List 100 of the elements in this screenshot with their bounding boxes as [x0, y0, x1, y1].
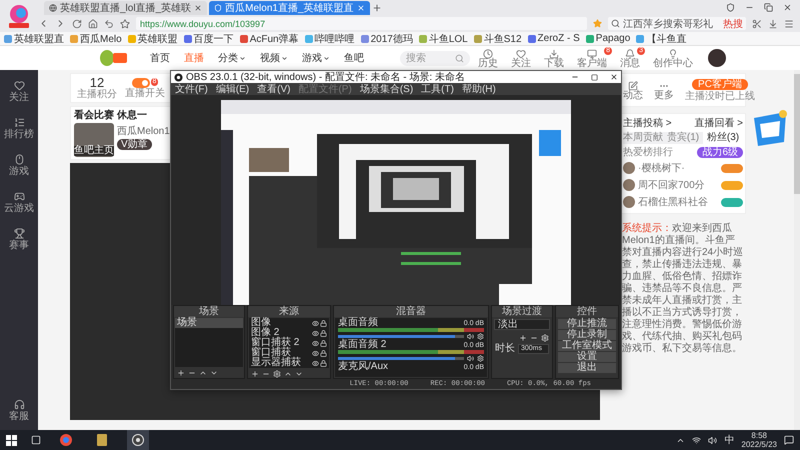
- nav-link[interactable]: 视频: [260, 51, 288, 65]
- menu-item[interactable]: 场景集合(S): [360, 84, 414, 95]
- volume-slider[interactable]: [338, 334, 464, 338]
- nav-link[interactable]: 首页: [150, 51, 170, 65]
- ime-indicator[interactable]: 中: [724, 433, 734, 447]
- scissors-icon[interactable]: [752, 18, 762, 28]
- close-icon[interactable]: [194, 4, 202, 12]
- add-icon[interactable]: [251, 370, 259, 378]
- eye-icon[interactable]: [312, 330, 319, 337]
- menu-item[interactable]: 编辑(E): [216, 84, 250, 95]
- search-hint: 江西萍乡搜索哥彩礼: [623, 18, 713, 30]
- sidebar-item[interactable]: 排行榜: [4, 117, 34, 140]
- bookmark-item[interactable]: 斗鱼S12: [474, 32, 522, 46]
- sidebar-item[interactable]: 游戏: [9, 154, 29, 177]
- volume-slider[interactable]: [338, 356, 464, 360]
- medal-tag[interactable]: V勋章: [117, 139, 152, 150]
- bookmark-item[interactable]: 2017德玛: [360, 32, 413, 46]
- address-field[interactable]: https://www.douyu.com/103997: [136, 17, 587, 30]
- header-action[interactable]: 创作中心: [653, 47, 698, 69]
- lock-icon[interactable]: [320, 350, 327, 357]
- bookmark-item[interactable]: AcFun弹幕: [240, 32, 299, 46]
- reload-icon[interactable]: [72, 18, 82, 28]
- sidebar-item[interactable]: 赛事: [9, 228, 29, 251]
- clock[interactable]: 8:58 2022/5/23: [741, 431, 777, 449]
- panel-action[interactable]: 动态: [623, 79, 648, 101]
- bookmark-item[interactable]: 斗鱼LOL: [418, 32, 468, 46]
- control-button[interactable]: 设置: [558, 352, 616, 362]
- bookmark-item[interactable]: 西瓜Melo: [70, 32, 122, 46]
- shield-icon[interactable]: [726, 3, 735, 12]
- sidebar-item[interactable]: 关注: [9, 80, 29, 103]
- eye-icon[interactable]: [312, 320, 319, 327]
- header-action[interactable]: 下载: [544, 47, 569, 69]
- volume-icon[interactable]: [467, 354, 474, 362]
- control-button[interactable]: 工作室模式: [558, 341, 616, 352]
- maximize-icon[interactable]: [591, 74, 598, 80]
- close-icon[interactable]: [783, 3, 792, 12]
- source-item[interactable]: 图像: [249, 318, 329, 328]
- eye-icon[interactable]: [312, 360, 319, 367]
- scene-item[interactable]: 场景: [175, 318, 243, 328]
- control-button[interactable]: 停止推流: [558, 319, 616, 330]
- transition-select[interactable]: 淡出: [494, 319, 550, 330]
- undo-icon[interactable]: [104, 18, 114, 28]
- photo-tag[interactable]: 鱼吧: [74, 146, 94, 156]
- rank-button[interactable]: 战力6级: [697, 147, 743, 158]
- nav-link[interactable]: 游戏: [302, 51, 330, 65]
- nav-link[interactable]: 分类: [218, 51, 246, 65]
- bookmark-item[interactable]: Papago: [586, 33, 630, 44]
- control-button[interactable]: 停止录制: [558, 330, 616, 340]
- settings-icon[interactable]: [477, 354, 484, 362]
- menu-item[interactable]: 工具(T): [421, 84, 454, 95]
- bookmark-item[interactable]: 【斗鱼直: [636, 32, 686, 46]
- bookmark-item[interactable]: 百度一下: [184, 32, 234, 46]
- task-view-icon[interactable]: [31, 435, 41, 445]
- nav-link[interactable]: 鱼吧: [344, 51, 364, 65]
- home-icon[interactable]: [88, 18, 98, 28]
- help-item[interactable]: 客服: [9, 399, 29, 422]
- add-icon[interactable]: [177, 369, 185, 378]
- settings-icon[interactable]: [541, 334, 549, 342]
- settings-icon[interactable]: [477, 332, 484, 340]
- restore-icon[interactable]: [764, 3, 773, 12]
- browser-tab[interactable]: 西瓜Melon1直播_英雄联盟直: [209, 1, 370, 15]
- source-item[interactable]: 显示器捕获: [249, 358, 329, 368]
- new-tab-icon[interactable]: [372, 3, 382, 13]
- volume-icon[interactable]: [708, 436, 718, 444]
- panel-link[interactable]: 直播回看 >: [694, 118, 743, 129]
- bookmark-item[interactable]: 英雄联盟: [128, 32, 178, 46]
- control-button[interactable]: 退出: [558, 363, 616, 374]
- photo-tag[interactable]: 主页: [94, 146, 114, 156]
- menu-icon[interactable]: [784, 18, 794, 28]
- windows-start-icon[interactable]: [6, 434, 17, 446]
- lock-icon[interactable]: [320, 330, 327, 337]
- bookmark-item[interactable]: ZeroZ - S: [528, 33, 580, 44]
- notification-icon[interactable]: [784, 435, 794, 445]
- lock-icon[interactable]: [320, 340, 327, 347]
- lock-icon[interactable]: [320, 320, 327, 327]
- menu-item[interactable]: 帮助(H): [462, 84, 496, 95]
- panel-action[interactable]: 更多: [654, 79, 679, 101]
- browser-tab[interactable]: 英雄联盟直播_lol直播_英雄联: [44, 1, 208, 15]
- sidebar-item[interactable]: 云游戏: [4, 191, 34, 214]
- star-icon[interactable]: [593, 19, 602, 28]
- header-action[interactable]: 历史: [478, 47, 503, 69]
- bookmark-item[interactable]: 哔哩哔哩: [304, 32, 355, 46]
- panel-link[interactable]: 主播投稿 >: [623, 118, 672, 129]
- settings-icon[interactable]: [273, 370, 281, 378]
- close-icon[interactable]: [610, 73, 618, 81]
- taskbar-app[interactable]: [127, 430, 149, 450]
- eye-icon[interactable]: [312, 350, 319, 357]
- download-icon[interactable]: [768, 18, 778, 28]
- menu-item[interactable]: 查看(V): [257, 84, 290, 95]
- header-action[interactable]: 关注: [511, 47, 536, 69]
- menu-item[interactable]: 文件(F): [175, 84, 208, 95]
- eye-icon[interactable]: [312, 340, 319, 347]
- panel-tab[interactable]: 粉丝(3): [703, 132, 743, 144]
- add-icon[interactable]: [519, 334, 527, 342]
- search-field[interactable]: 江西萍乡搜索哥彩礼 热搜: [608, 17, 746, 30]
- star-icon[interactable]: [120, 18, 130, 28]
- volume-icon[interactable]: [467, 332, 474, 340]
- bookmark-item[interactable]: 英雄联盟直: [4, 32, 64, 46]
- lock-icon[interactable]: [320, 360, 327, 367]
- network-icon[interactable]: [692, 436, 702, 444]
